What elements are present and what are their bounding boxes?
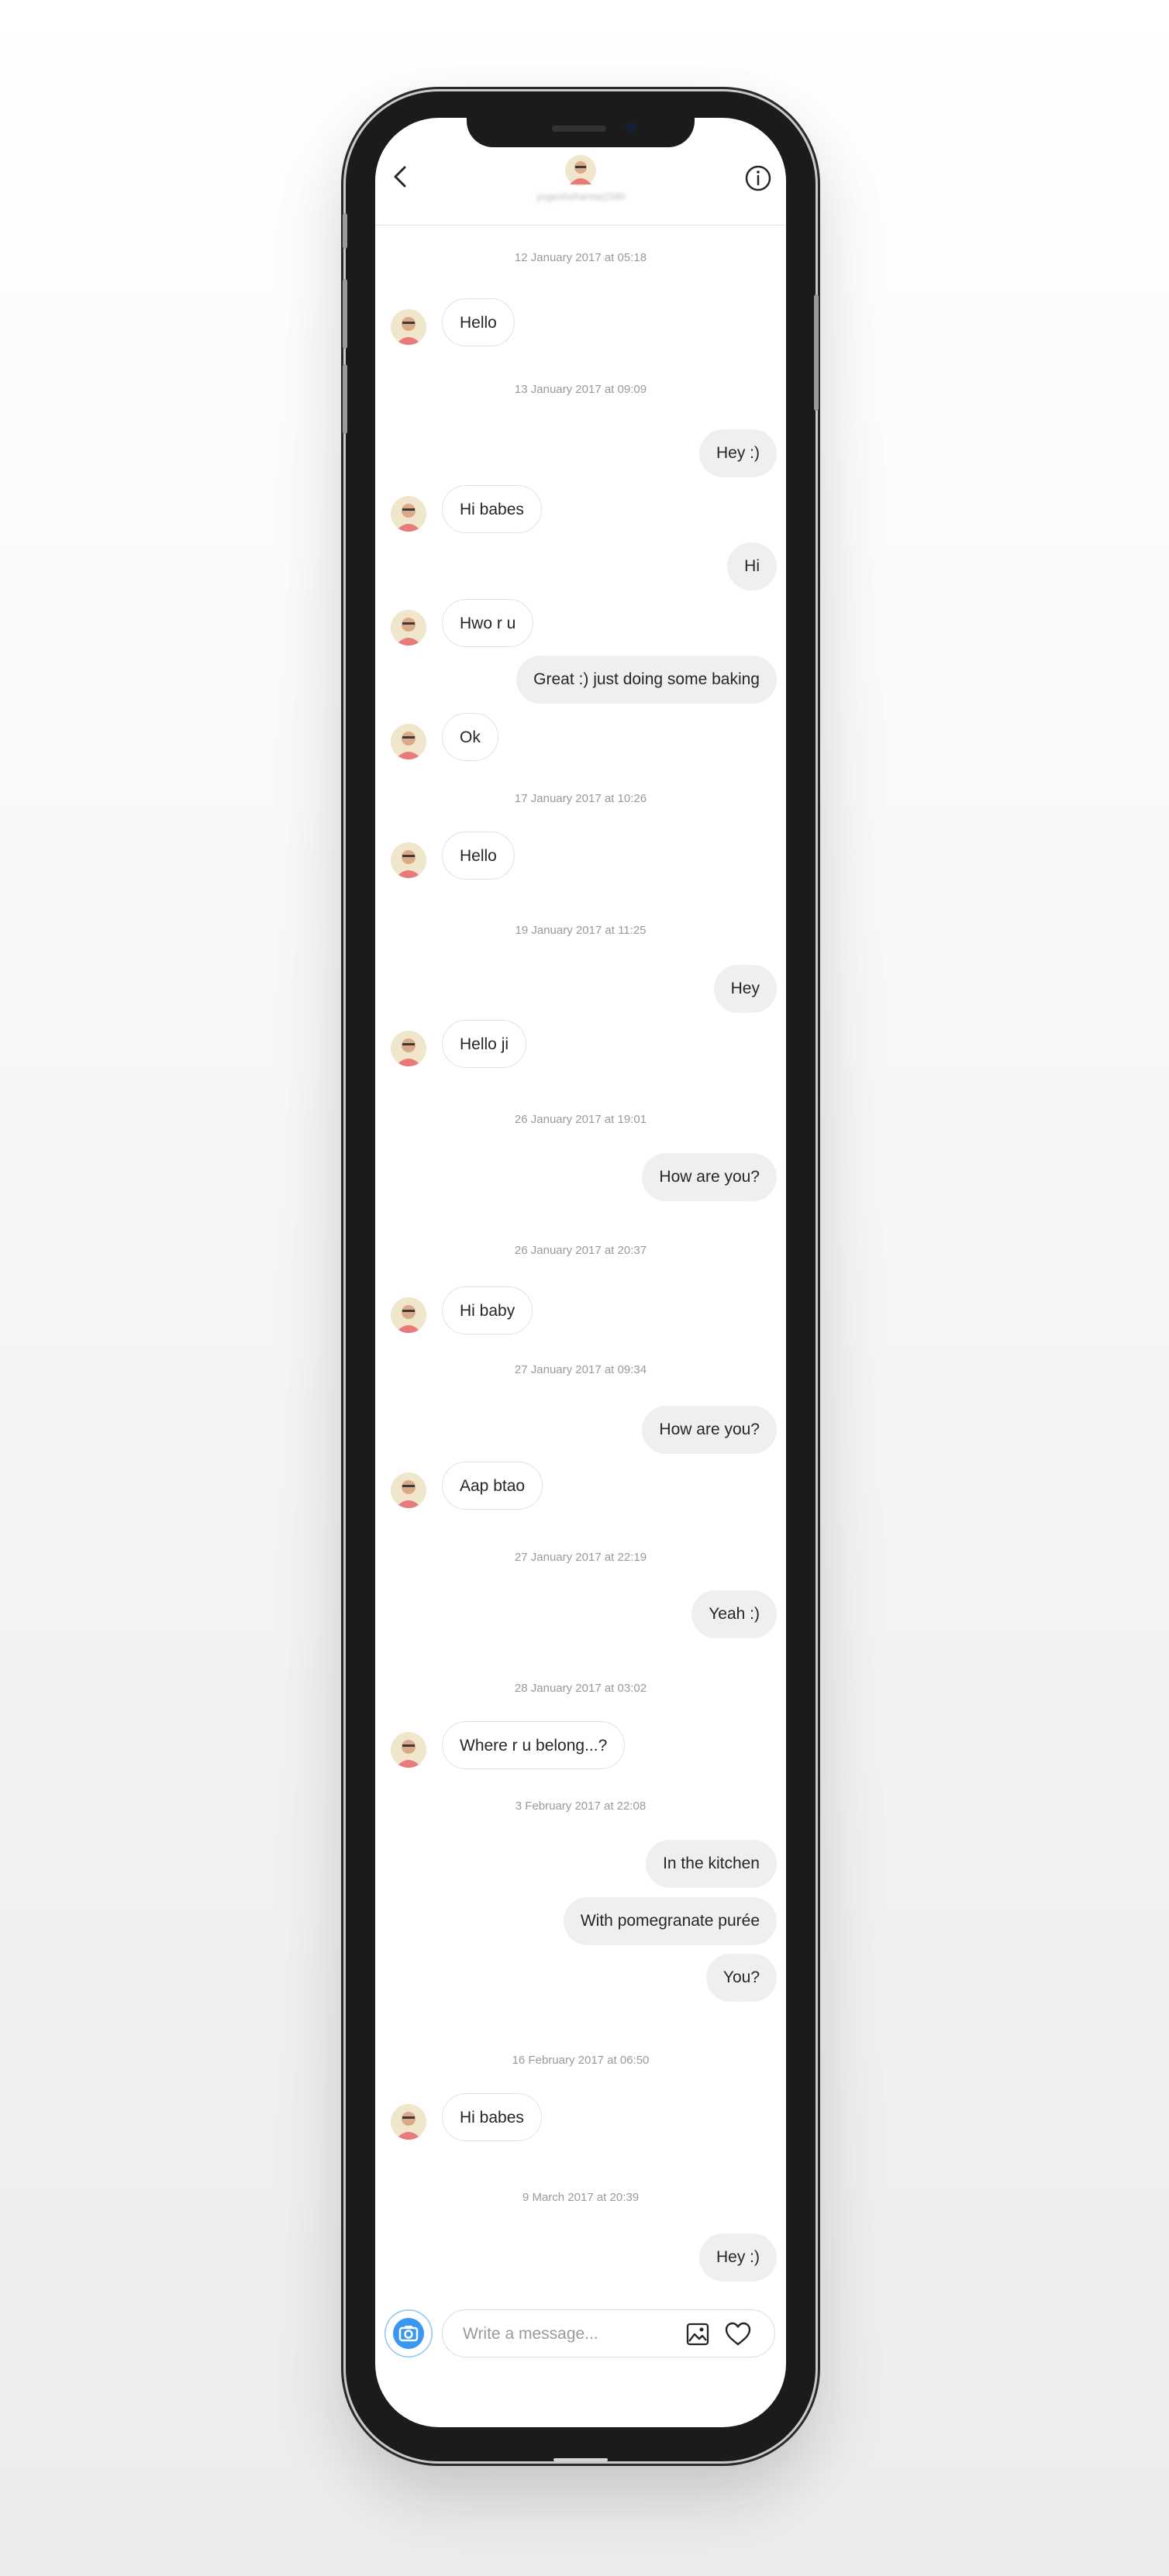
timestamp: 13 January 2017 at 09:09 [514, 383, 647, 396]
gallery-icon [686, 2323, 709, 2346]
outgoing-message[interactable]: With pomegranate purée [563, 1897, 777, 1945]
outgoing-message[interactable]: Hey [713, 965, 777, 1013]
camera-button[interactable] [384, 2309, 433, 2357]
timestamp: 9 March 2017 at 20:39 [522, 2191, 640, 2204]
message-input[interactable] [461, 2321, 674, 2347]
timestamp: 27 January 2017 at 22:19 [514, 1551, 647, 1564]
sender-avatar[interactable] [391, 496, 426, 532]
sender-avatar[interactable] [391, 1472, 426, 1508]
timestamp: 19 January 2017 at 11:25 [515, 924, 647, 937]
incoming-message[interactable]: Hello ji [442, 1020, 527, 1068]
sender-avatar[interactable] [391, 2104, 426, 2140]
notch [467, 118, 695, 147]
contact-username[interactable]: yogeshsharma1590 [499, 191, 662, 202]
heart-icon [725, 2322, 751, 2346]
incoming-message[interactable]: Hi baby [442, 1286, 533, 1334]
timestamp: 28 January 2017 at 03:02 [514, 1682, 647, 1695]
incoming-message[interactable]: Hi babes [442, 485, 542, 533]
timestamp: 3 February 2017 at 22:08 [515, 1799, 647, 1813]
outgoing-message[interactable]: Hi [727, 542, 777, 591]
gallery-button[interactable] [686, 2323, 709, 2346]
sender-avatar[interactable] [391, 724, 426, 759]
incoming-message[interactable]: Hello [442, 832, 515, 880]
volume-down-button [343, 364, 347, 434]
side-button [814, 294, 819, 411]
timestamp: 27 January 2017 at 09:34 [514, 1363, 647, 1376]
incoming-message[interactable]: Hwo r u [442, 599, 534, 647]
speaker-grille [552, 126, 606, 132]
avatar-icon [565, 155, 596, 186]
outgoing-message[interactable]: How are you? [642, 1153, 777, 1201]
message-composer [442, 2309, 775, 2357]
outgoing-message[interactable]: How are you? [642, 1406, 777, 1454]
timestamp: 17 January 2017 at 10:26 [514, 792, 647, 805]
phone-screen: yogeshsharma1590 12 January 2017 at 05:1… [375, 118, 786, 2427]
sender-avatar[interactable] [391, 842, 426, 878]
sender-avatar[interactable] [391, 309, 426, 345]
sender-avatar[interactable] [391, 610, 426, 646]
incoming-message[interactable]: Hi babes [442, 2093, 542, 2141]
back-button[interactable] [386, 161, 417, 192]
incoming-message[interactable]: Ok [442, 713, 498, 761]
contact-avatar[interactable] [565, 155, 596, 186]
incoming-message[interactable]: Where r u belong...? [442, 1721, 626, 1769]
info-button[interactable] [743, 163, 774, 194]
sender-avatar[interactable] [391, 1732, 426, 1768]
info-circle-icon [745, 165, 771, 191]
camera-button-fill [393, 2318, 424, 2349]
front-camera [626, 122, 636, 133]
incoming-message[interactable]: Hello [442, 298, 515, 346]
chevron-left-icon [394, 166, 406, 188]
home-indicator [553, 2458, 608, 2461]
timestamp: 26 January 2017 at 19:01 [514, 1113, 647, 1126]
sender-avatar[interactable] [391, 1297, 426, 1333]
mute-switch [343, 213, 347, 249]
outgoing-message[interactable]: Great :) just doing some baking [516, 656, 777, 704]
outgoing-message[interactable]: Yeah :) [691, 1590, 777, 1638]
volume-up-button [343, 279, 347, 349]
timestamp: 26 January 2017 at 20:37 [514, 1244, 647, 1257]
outgoing-message[interactable]: You? [705, 1954, 777, 2002]
outgoing-message[interactable]: In the kitchen [646, 1840, 777, 1888]
timestamp: 16 February 2017 at 06:50 [512, 2054, 650, 2067]
incoming-message[interactable]: Aap btao [442, 1462, 543, 1510]
camera-icon [398, 2326, 419, 2342]
like-button[interactable] [725, 2322, 751, 2347]
outgoing-message[interactable]: Hey :) [698, 2233, 777, 2282]
timestamp: 12 January 2017 at 05:18 [514, 251, 647, 264]
sender-avatar[interactable] [391, 1031, 426, 1066]
outgoing-message[interactable]: Hey :) [698, 429, 777, 477]
chat-header: yogeshsharma1590 [375, 147, 786, 226]
